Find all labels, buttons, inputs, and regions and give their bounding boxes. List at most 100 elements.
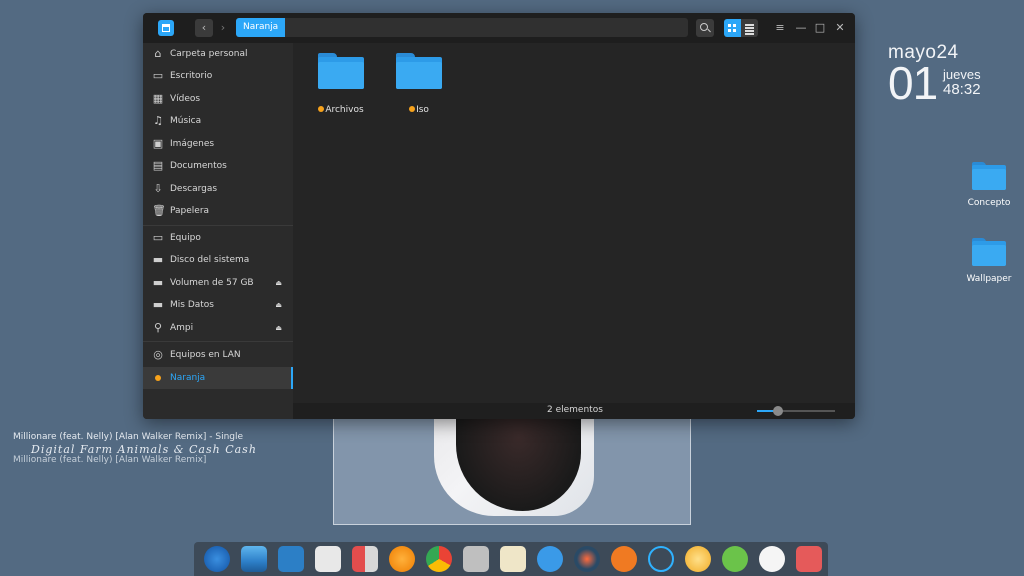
sidebar-item-mis-datos[interactable]: ▬ Mis Datos ⏏ — [143, 294, 293, 316]
drive-icon: ▬ — [152, 276, 164, 289]
network-icon: ◎ — [153, 348, 163, 361]
search-icon[interactable] — [696, 19, 714, 37]
sidebar-item-label: Imágenes — [170, 139, 215, 149]
file-manager-logo-icon — [158, 20, 174, 36]
desktop-folder-label: Wallpaper — [966, 274, 1012, 284]
folder-archivos[interactable]: Archivos — [306, 53, 376, 115]
image-viewer-icon[interactable] — [241, 546, 267, 572]
folder-icon — [972, 238, 1006, 266]
multitasking-icon[interactable] — [278, 546, 304, 572]
sidebar-item-music[interactable]: ♫ Música — [143, 110, 293, 132]
back-button[interactable]: ‹ — [195, 19, 213, 37]
breadcrumb[interactable]: Naranja — [236, 18, 286, 37]
android-icon[interactable] — [722, 546, 748, 572]
sidebar-item-videos[interactable]: ▦ Vídeos — [143, 88, 293, 110]
film-icon: ▦ — [152, 92, 164, 105]
clock-widget-icon[interactable] — [685, 546, 711, 572]
clock-widget: mayo24 01 jueves 48:32 — [888, 42, 981, 106]
music-widget: Millionare (feat. Nelly) [Alan Walker Re… — [13, 432, 257, 465]
sidebar-item-label: Ampi — [170, 323, 194, 333]
orange-icon[interactable] — [389, 546, 415, 572]
folder-iso[interactable]: Iso — [384, 53, 454, 115]
zoom-slider-handle[interactable] — [773, 406, 784, 416]
notes-icon[interactable] — [500, 546, 526, 572]
album-name: Millionare (feat. Nelly) [Alan Walker Re… — [13, 455, 207, 465]
sidebar-item-lan[interactable]: ◎ Equipos en LAN — [143, 344, 293, 366]
trash-icon: 🗑 — [152, 204, 166, 217]
dock — [194, 542, 828, 576]
sidebar-item-label: Documentos — [170, 161, 227, 171]
sidebar-item-label: Escritorio — [170, 71, 213, 81]
sailing-icon[interactable] — [537, 546, 563, 572]
clock-day: 01 — [888, 57, 938, 109]
maximize-icon[interactable]: □ — [811, 19, 829, 37]
album-art — [333, 405, 691, 525]
chrome-icon[interactable] — [426, 546, 452, 572]
eject-icon[interactable]: ⏏ — [275, 272, 282, 294]
computer-icon: ▭ — [152, 231, 164, 244]
folder-icon — [318, 53, 364, 89]
sidebar-item-label: Vídeos — [170, 94, 201, 104]
sidebar-separator — [143, 225, 293, 226]
document-icon: ▤ — [152, 159, 164, 172]
folder-icon — [396, 53, 442, 89]
sidebar-item-label: Volumen de 57 GB — [170, 278, 254, 288]
sidebar-item-label: Equipo — [170, 233, 201, 243]
desktop-folder-concepto[interactable]: Concepto — [954, 162, 1024, 208]
sidebar-item-trash[interactable]: 🗑 Papelera — [143, 200, 293, 222]
minimize-icon[interactable]: — — [792, 19, 810, 37]
menu-icon[interactable]: ≡ — [771, 19, 789, 37]
sidebar-item-label: Carpeta personal — [170, 49, 248, 59]
eject-icon[interactable]: ⏏ — [275, 294, 282, 316]
sidebar-item-label: Naranja — [170, 373, 206, 383]
sidebar-item-home[interactable]: ⌂ Carpeta personal — [143, 43, 293, 65]
zoom-slider[interactable] — [757, 406, 835, 416]
launcher-icon[interactable] — [204, 546, 230, 572]
song-title: Millionare (feat. Nelly) [Alan Walker Re… — [13, 432, 244, 442]
forward-button[interactable]: › — [214, 19, 232, 37]
settings-icon[interactable] — [463, 546, 489, 572]
sidebar-item-desktop[interactable]: ▭ Escritorio — [143, 65, 293, 87]
file-manager-window: ‹ › Naranja ≡ — □ ✕ ⌂ Carpeta personal ▭… — [143, 13, 855, 419]
orange-tag-icon — [155, 375, 161, 381]
sidebar-item-downloads[interactable]: ⇩ Descargas — [143, 178, 293, 200]
file-label: Archivos — [306, 105, 376, 115]
sidebar-item-documents[interactable]: ▤ Documentos — [143, 155, 293, 177]
sidebar-item-images[interactable]: ▣ Imágenes — [143, 133, 293, 155]
sidebar-item-label: Música — [170, 116, 202, 126]
sidebar-item-label: Descargas — [170, 184, 218, 194]
eject-icon[interactable] — [611, 546, 637, 572]
orange-tag-icon — [318, 106, 325, 112]
title-bar: ‹ › Naranja ≡ — □ ✕ — [143, 13, 855, 43]
sidebar-item-ampi[interactable]: ⚲ Ampi ⏏ — [143, 317, 293, 339]
file-name: Archivos — [325, 105, 364, 115]
file-name: Iso — [416, 105, 429, 115]
desktop-folder-label: Concepto — [967, 198, 1011, 208]
sidebar-item-naranja[interactable]: Naranja — [143, 367, 293, 389]
sidebar-item-label: Equipos en LAN — [170, 350, 241, 360]
trash-icon[interactable] — [796, 546, 822, 572]
desktop-icon: ▭ — [152, 69, 164, 82]
time-icon[interactable] — [759, 546, 785, 572]
sidebar-item-computer[interactable]: ▭ Equipo — [143, 227, 293, 249]
sidebar-item-system-disk[interactable]: ▬ Disco del sistema — [143, 249, 293, 271]
download-icon: ⇩ — [153, 182, 163, 195]
sidebar-item-volume-57gb[interactable]: ▬ Volumen de 57 GB ⏏ — [143, 272, 293, 294]
sidebar: ⌂ Carpeta personal ▭ Escritorio ▦ Vídeos… — [143, 43, 293, 419]
music-icon: ♫ — [153, 114, 163, 127]
file-label: Iso — [384, 105, 454, 115]
clock-year: 24 — [936, 42, 959, 63]
desktop-folder-wallpaper[interactable]: Wallpaper — [954, 238, 1024, 284]
image-icon: ▣ — [152, 137, 164, 150]
status-bar: 2 elementos — [293, 403, 855, 419]
close-icon[interactable]: ✕ — [831, 19, 849, 37]
eject-icon[interactable]: ⏏ — [275, 317, 282, 339]
file-view[interactable]: Archivos Iso — [293, 43, 855, 403]
store-icon[interactable] — [315, 546, 341, 572]
grid-view-icon[interactable] — [724, 19, 741, 37]
list-view-icon[interactable] — [741, 19, 758, 37]
screen-recorder-icon[interactable] — [574, 546, 600, 572]
wifi-icon[interactable] — [648, 546, 674, 572]
file-manager-icon[interactable] — [352, 546, 378, 572]
address-bar[interactable]: Naranja — [236, 18, 688, 37]
